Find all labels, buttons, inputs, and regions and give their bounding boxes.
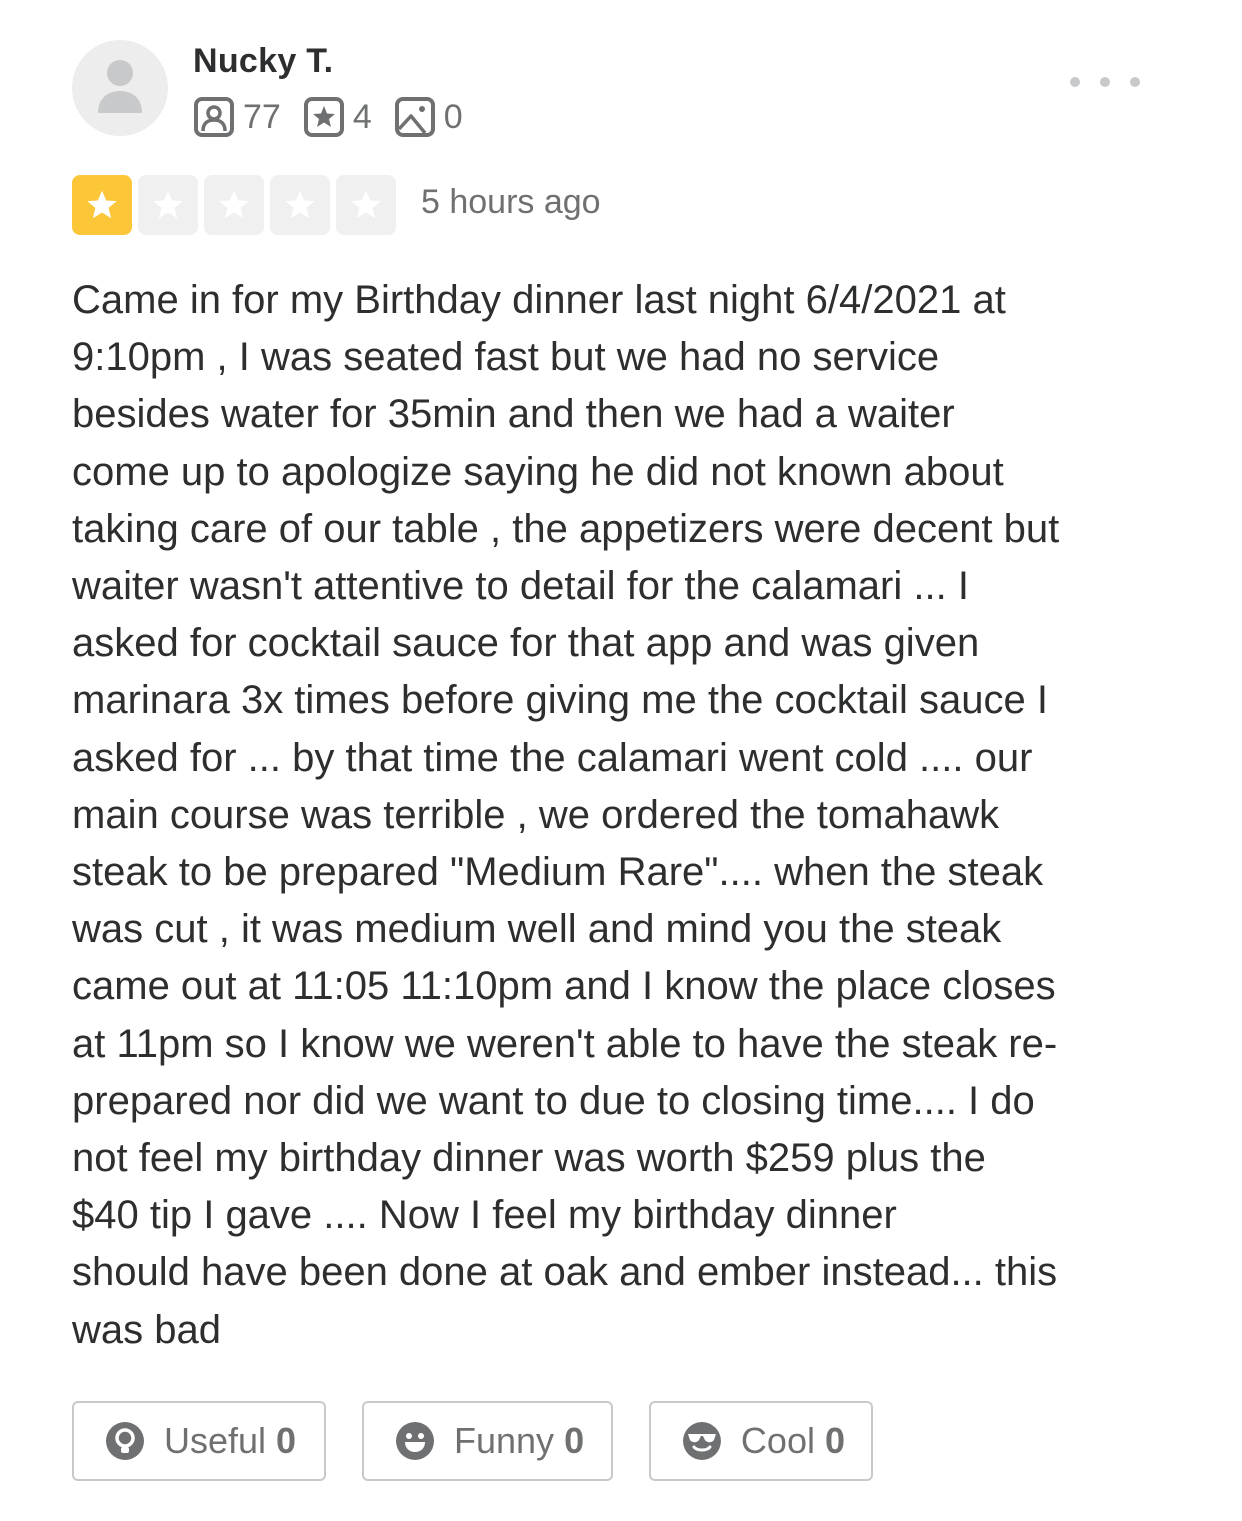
photo-icon bbox=[394, 97, 435, 137]
avatar-placeholder-icon bbox=[98, 60, 142, 113]
reviews-count: 4 bbox=[352, 97, 372, 136]
useful-button[interactable]: Useful 0 bbox=[72, 1401, 326, 1481]
star-rating bbox=[72, 175, 402, 235]
reaction-buttons: Useful 0 Funny 0 Cool 0 bbox=[72, 1401, 909, 1481]
reviews-stat: 4 bbox=[303, 96, 372, 138]
friends-icon bbox=[194, 97, 234, 137]
star-icon bbox=[153, 190, 183, 219]
review-timestamp: 5 hours ago bbox=[421, 183, 601, 221]
star-5 bbox=[336, 175, 396, 235]
cool-count: 0 bbox=[824, 1420, 845, 1461]
cool-button[interactable]: Cool 0 bbox=[649, 1401, 873, 1481]
lightbulb-icon bbox=[106, 1422, 144, 1460]
funny-label: Funny bbox=[454, 1420, 555, 1461]
photos-count: 0 bbox=[443, 97, 463, 136]
more-dot bbox=[1070, 77, 1080, 87]
friends-count: 77 bbox=[243, 97, 281, 136]
star-badge-icon bbox=[303, 97, 344, 137]
star-icon bbox=[351, 190, 381, 219]
smiley-icon bbox=[396, 1422, 434, 1460]
star-1 bbox=[72, 175, 132, 235]
friends-stat: 77 bbox=[193, 96, 281, 138]
avatar[interactable] bbox=[72, 40, 168, 136]
reviewer-stats: 77 4 0 bbox=[193, 96, 485, 138]
reviewer-name[interactable]: Nucky T. bbox=[193, 42, 333, 81]
useful-label: Useful bbox=[164, 1420, 267, 1461]
more-dot bbox=[1100, 77, 1110, 87]
cool-label: Cool bbox=[740, 1420, 815, 1461]
more-dot bbox=[1130, 77, 1140, 87]
more-options-icon[interactable] bbox=[1070, 62, 1140, 102]
photos-stat: 0 bbox=[394, 96, 463, 138]
funny-count: 0 bbox=[564, 1420, 585, 1461]
star-4 bbox=[270, 175, 330, 235]
star-icon bbox=[285, 190, 315, 219]
sunglasses-icon bbox=[682, 1422, 721, 1460]
review-text: Came in for my Birthday dinner last nigh… bbox=[72, 278, 1060, 1352]
star-icon bbox=[219, 190, 249, 219]
star-2 bbox=[138, 175, 198, 235]
star-3 bbox=[204, 175, 264, 235]
useful-count: 0 bbox=[276, 1420, 297, 1461]
star-icon bbox=[87, 190, 117, 219]
funny-button[interactable]: Funny 0 bbox=[362, 1401, 613, 1481]
